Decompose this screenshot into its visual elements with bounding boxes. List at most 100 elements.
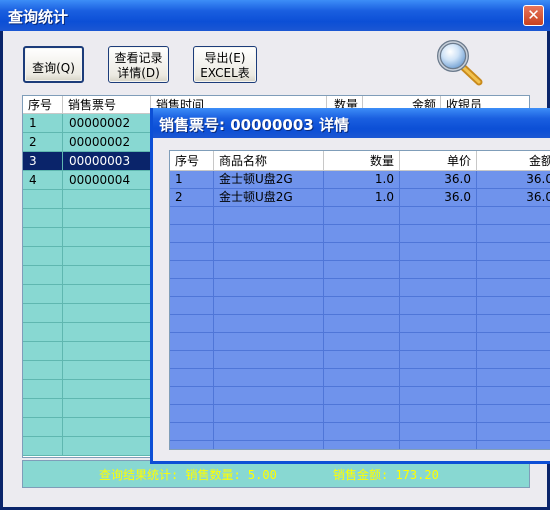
detail-row[interactable]: 1金士顿U盘2G1.036.036.0 [170, 171, 550, 189]
empty-cell [214, 423, 324, 440]
detail-col-no[interactable]: 序号 [170, 151, 214, 171]
col-header-no[interactable]: 序号 [23, 96, 63, 114]
detail-col-name[interactable]: 商品名称 [214, 151, 324, 171]
table-row[interactable] [23, 304, 151, 323]
empty-cell [477, 261, 550, 278]
export-label-2: EXCEL表 [200, 66, 250, 80]
empty-cell [324, 279, 400, 296]
view-details-button[interactable]: 查看记录 详情(D) [108, 46, 169, 83]
detail-row[interactable] [170, 423, 550, 441]
detail-col-amount[interactable]: 金额 [477, 151, 550, 171]
table-row[interactable] [23, 418, 151, 437]
detail-row[interactable] [170, 243, 550, 261]
detail-row[interactable] [170, 261, 550, 279]
detail-row[interactable] [170, 369, 550, 387]
empty-cell [23, 437, 63, 455]
empty-cell [23, 266, 63, 284]
empty-cell [400, 351, 477, 368]
table-row[interactable] [23, 323, 151, 342]
empty-cell [400, 243, 477, 260]
empty-cell [170, 369, 214, 386]
export-excel-button[interactable]: 导出(E) EXCEL表 [193, 46, 257, 83]
table-row[interactable] [23, 285, 151, 304]
detail-row[interactable] [170, 405, 550, 423]
detail-col-qty[interactable]: 数量 [324, 151, 400, 171]
empty-cell [477, 225, 550, 242]
empty-cell [400, 315, 477, 332]
empty-cell [170, 333, 214, 350]
query-button[interactable]: 查询(Q) [23, 46, 84, 83]
table-row[interactable] [23, 266, 151, 285]
detail-cell-amount: 36.0 [477, 171, 550, 188]
detail-row[interactable] [170, 441, 550, 449]
empty-cell [214, 351, 324, 368]
empty-cell [400, 369, 477, 386]
table-row[interactable]: 3 00000003 [23, 152, 151, 171]
table-row[interactable] [23, 342, 151, 361]
empty-cell [214, 207, 324, 224]
detail-row[interactable] [170, 315, 550, 333]
table-row[interactable]: 1 00000002 [23, 114, 151, 133]
empty-cell [324, 261, 400, 278]
empty-cell [214, 441, 324, 449]
detail-row[interactable]: 2金士顿U盘2G1.036.036.0 [170, 189, 550, 207]
table-row[interactable]: 4 00000004 [23, 171, 151, 190]
empty-cell [477, 369, 550, 386]
summary-quantity: 查询结果统计: 销售数量: 5.00 [99, 468, 277, 482]
table-row[interactable] [23, 190, 151, 209]
summary-bar: 查询结果统计: 销售数量: 5.00 销售金额: 173.20 [22, 460, 530, 488]
table-row[interactable] [23, 399, 151, 418]
magnifier-icon [437, 40, 483, 86]
empty-cell [324, 351, 400, 368]
detail-row[interactable] [170, 297, 550, 315]
empty-cell [23, 247, 63, 265]
table-row[interactable] [23, 380, 151, 399]
empty-cell [324, 369, 400, 386]
detail-col-price[interactable]: 单价 [400, 151, 477, 171]
table-row[interactable] [23, 437, 151, 456]
empty-cell [400, 441, 477, 449]
detail-cell-qty: 1.0 [324, 189, 400, 206]
summary-amount: 销售金额: 173.20 [333, 468, 439, 482]
empty-cell [214, 225, 324, 242]
detail-row[interactable] [170, 351, 550, 369]
empty-cell [400, 423, 477, 440]
detail-table[interactable]: 序号 商品名称 数量 单价 金额 1金士顿U盘2G1.036.036.02金士顿… [169, 150, 550, 450]
empty-cell [477, 315, 550, 332]
detail-row[interactable] [170, 279, 550, 297]
row-number: 2 [23, 133, 63, 151]
empty-cell [400, 333, 477, 350]
export-label-1: 导出(E) [204, 51, 246, 65]
detail-row[interactable] [170, 225, 550, 243]
table-row[interactable] [23, 209, 151, 228]
table-row[interactable] [23, 247, 151, 266]
empty-cell [324, 333, 400, 350]
empty-cell [214, 333, 324, 350]
main-title-bar[interactable]: 查询统计 ✕ [0, 0, 550, 31]
detail-title-bar[interactable]: 销售票号: 00000003 详情 [153, 108, 550, 138]
empty-cell [170, 423, 214, 440]
detail-cell-price: 36.0 [400, 171, 477, 188]
table-row[interactable]: 2 00000002 [23, 133, 151, 152]
col-header-ticket[interactable]: 销售票号 [63, 96, 151, 114]
empty-cell [477, 207, 550, 224]
detail-cell-no: 1 [170, 171, 214, 188]
empty-cell [23, 418, 63, 436]
empty-cell [23, 228, 63, 246]
detail-row[interactable] [170, 387, 550, 405]
empty-cell [214, 315, 324, 332]
detail-row[interactable] [170, 207, 550, 225]
table-row[interactable] [23, 361, 151, 380]
empty-cell [170, 315, 214, 332]
detail-row[interactable] [170, 333, 550, 351]
table-row[interactable] [23, 228, 151, 247]
empty-cell [170, 225, 214, 242]
empty-cell [23, 361, 63, 379]
empty-cell [400, 387, 477, 404]
empty-cell [23, 285, 63, 303]
row-ticket: 00000003 [63, 152, 151, 170]
empty-cell [23, 209, 63, 227]
close-icon[interactable]: ✕ [523, 5, 544, 26]
empty-cell [214, 369, 324, 386]
empty-cell [324, 225, 400, 242]
